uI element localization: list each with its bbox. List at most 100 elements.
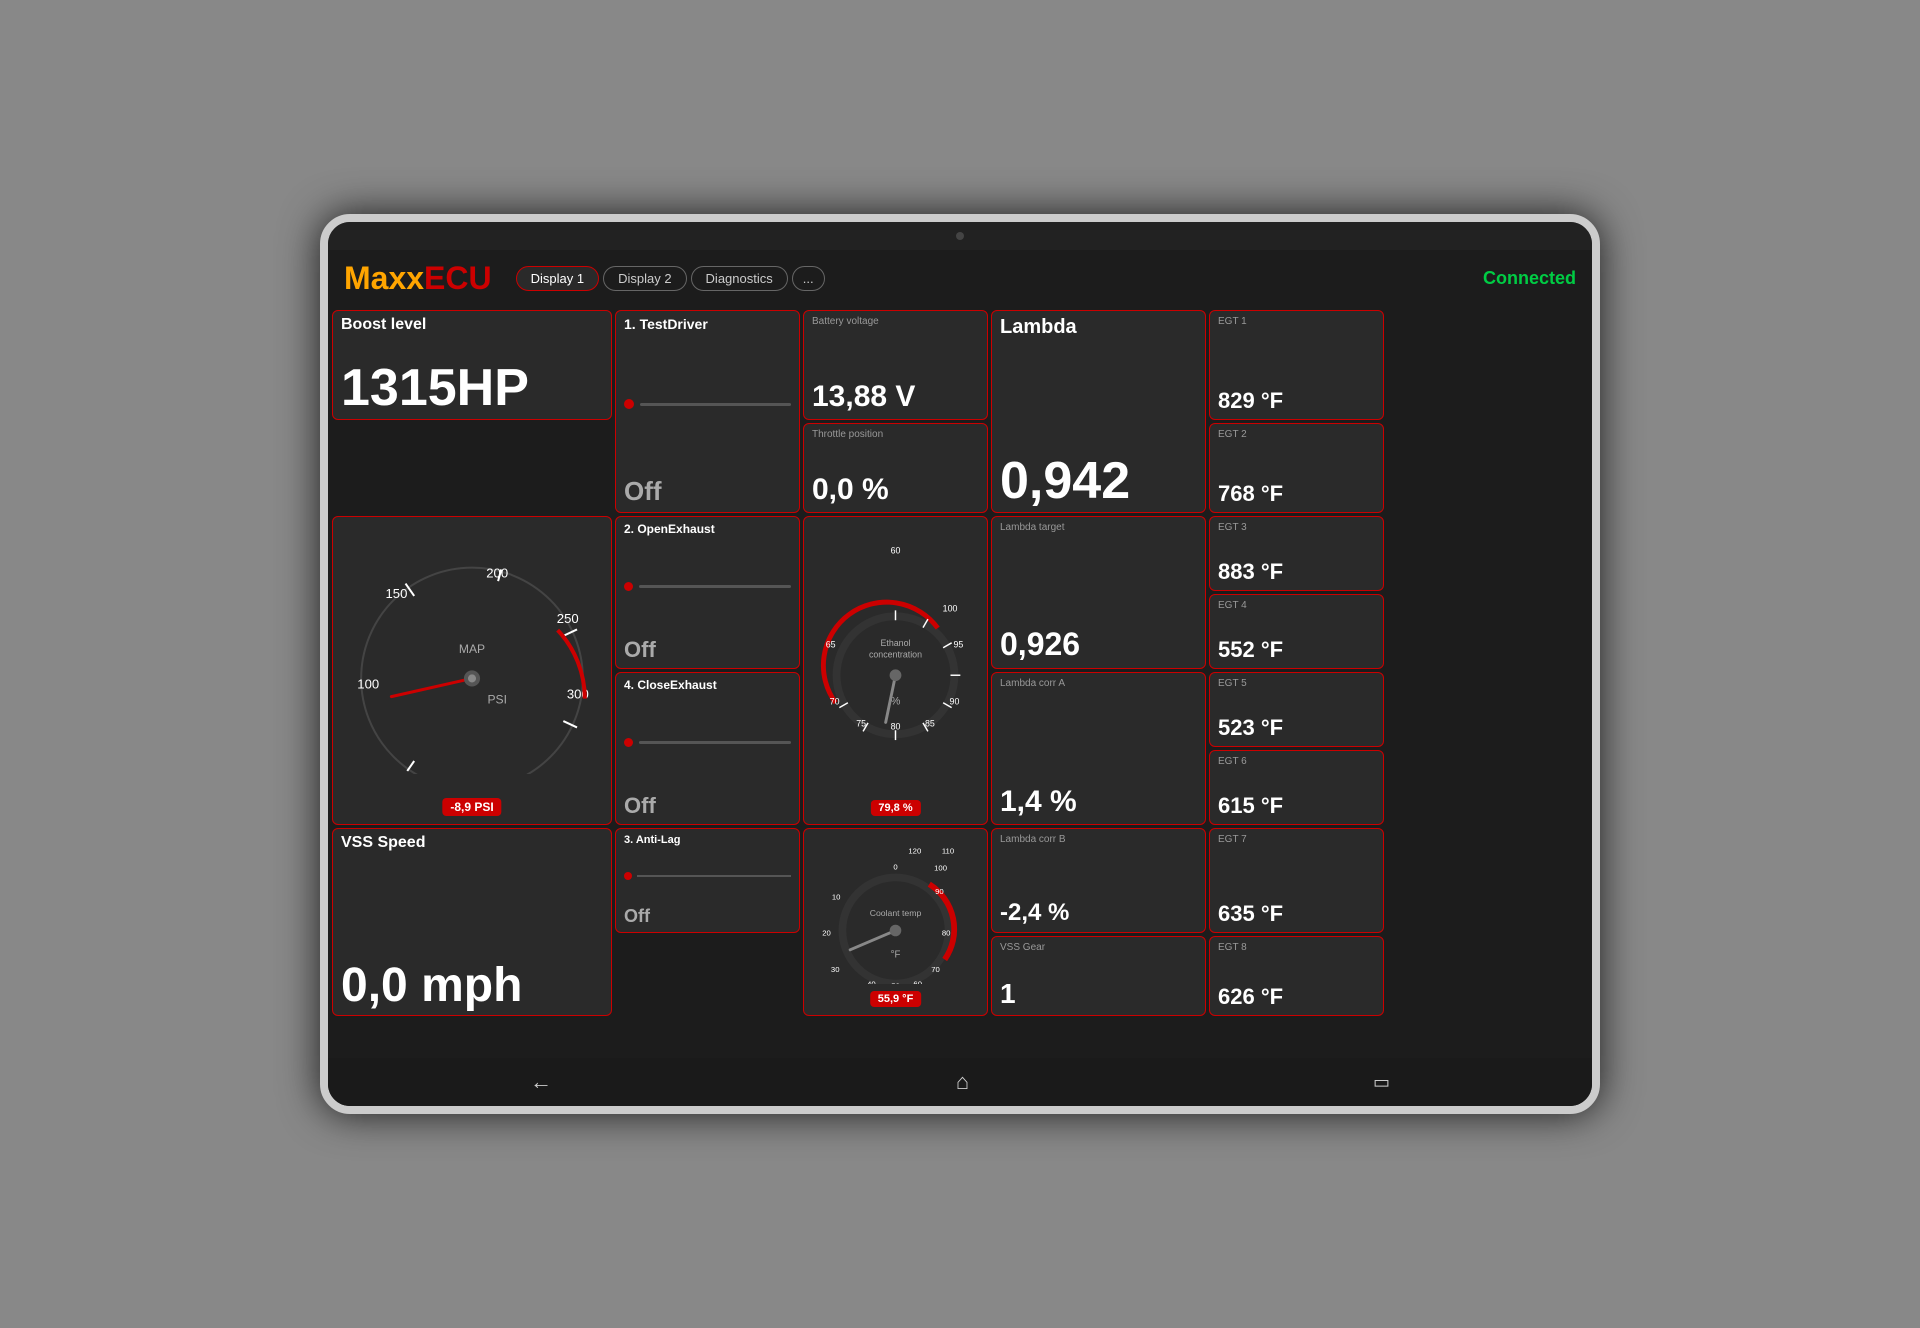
test-driver-value: Off bbox=[624, 476, 791, 507]
svg-text:MAP: MAP bbox=[459, 642, 485, 656]
egt5-value: 523 °F bbox=[1218, 715, 1375, 741]
close-exhaust-dot bbox=[624, 738, 633, 747]
lambda-value: 0,942 bbox=[1000, 455, 1197, 507]
svg-text:120: 120 bbox=[908, 846, 921, 855]
svg-text:90: 90 bbox=[935, 887, 944, 896]
lambda-corr-a-value: 1,4 % bbox=[1000, 785, 1197, 819]
egt2-label: EGT 2 bbox=[1218, 429, 1375, 440]
egt8-value: 626 °F bbox=[1218, 984, 1375, 1010]
svg-text:20: 20 bbox=[822, 928, 831, 937]
lambda-corr-b-value: -2,4 % bbox=[1000, 899, 1197, 927]
throttle-position-label: Throttle position bbox=[812, 429, 979, 440]
lambda-target-label: Lambda target bbox=[1000, 522, 1197, 533]
lambda-target-cell: Lambda target 0,926 bbox=[991, 516, 1206, 669]
svg-text:40: 40 bbox=[867, 979, 876, 983]
tab-display2[interactable]: Display 2 bbox=[603, 266, 686, 291]
logo-ecu: ECU bbox=[424, 260, 492, 296]
tabs-container: Display 1 Display 2 Diagnostics ... bbox=[516, 266, 825, 291]
svg-text:10: 10 bbox=[832, 893, 841, 902]
svg-text:70: 70 bbox=[830, 697, 840, 707]
lambda-target-value: 0,926 bbox=[1000, 626, 1197, 663]
open-exhaust-dot bbox=[624, 582, 633, 591]
egt4-value: 552 °F bbox=[1218, 637, 1375, 663]
boost-level-value: 1315HP bbox=[341, 362, 603, 414]
svg-text:PSI: PSI bbox=[487, 693, 506, 707]
tab-more[interactable]: ... bbox=[792, 266, 825, 291]
open-exhaust-label: 2. OpenExhaust bbox=[624, 522, 791, 536]
throttle-position-cell: Throttle position 0,0 % bbox=[803, 423, 988, 513]
coolant-gauge-svg: Coolant temp 0 10 20 30 40 50 60 70 bbox=[812, 834, 979, 984]
dashboard-grid: Boost level 1315HP bbox=[328, 306, 1592, 1058]
egt4-cell: EGT 4 552 °F bbox=[1209, 594, 1384, 669]
close-exhaust-cell: 4. CloseExhaust Off bbox=[615, 672, 800, 825]
svg-text:50: 50 bbox=[891, 981, 900, 983]
svg-text:Coolant temp: Coolant temp bbox=[870, 908, 922, 918]
lambda-title: Lambda bbox=[1000, 316, 1197, 339]
egt5-label: EGT 5 bbox=[1218, 678, 1375, 689]
nav-back-button[interactable]: ← bbox=[530, 1069, 552, 1095]
close-exhaust-value: Off bbox=[624, 793, 791, 819]
ethanol-gauge-cell: Ethanol concentration bbox=[803, 516, 988, 825]
test-driver-label: 1. TestDriver bbox=[624, 316, 791, 332]
vss-gear-value: 1 bbox=[1000, 978, 1197, 1010]
svg-text:60: 60 bbox=[891, 545, 901, 555]
egt2-cell: EGT 2 768 °F bbox=[1209, 423, 1384, 513]
vss-speed-cell: VSS Speed 0,0 mph bbox=[332, 828, 612, 1016]
boost-level-label: Boost level bbox=[341, 316, 603, 334]
svg-text:100: 100 bbox=[934, 864, 947, 873]
egt6-value: 615 °F bbox=[1218, 793, 1375, 819]
camera-dot bbox=[956, 232, 964, 240]
svg-text:250: 250 bbox=[557, 611, 579, 626]
nav-recent-button[interactable]: ▭ bbox=[1373, 1072, 1390, 1093]
svg-text:100: 100 bbox=[943, 603, 958, 613]
tablet-top-bar bbox=[328, 222, 1592, 250]
egt1-value: 829 °F bbox=[1218, 388, 1375, 414]
ethanol-gauge-svg: Ethanol concentration bbox=[812, 522, 979, 774]
coolant-gauge-cell: Coolant temp 0 10 20 30 40 50 60 70 bbox=[803, 828, 988, 1016]
svg-text:85: 85 bbox=[925, 718, 935, 728]
svg-text:70: 70 bbox=[931, 965, 940, 974]
anti-lag-track bbox=[637, 875, 791, 877]
coolant-temp-badge: 55,9 °F bbox=[870, 991, 922, 1007]
boost-gauge-cell: 50 100 150 200 250 300 MAP PSI bbox=[332, 516, 612, 825]
egt6-label: EGT 6 bbox=[1218, 756, 1375, 767]
tab-diagnostics[interactable]: Diagnostics bbox=[691, 266, 788, 291]
egt5-cell: EGT 5 523 °F bbox=[1209, 672, 1384, 747]
ethanol-percent-badge: 79,8 % bbox=[870, 800, 920, 816]
test-driver-cell: 1. TestDriver Off bbox=[615, 310, 800, 513]
egt6-cell: EGT 6 615 °F bbox=[1209, 750, 1384, 825]
tab-display1[interactable]: Display 1 bbox=[516, 266, 599, 291]
svg-text:80: 80 bbox=[891, 721, 901, 731]
tablet-frame: MaxxECU Display 1 Display 2 Diagnostics … bbox=[320, 214, 1600, 1114]
bottom-nav-bar: ← ⌂ ▭ bbox=[328, 1058, 1592, 1106]
egt7-cell: EGT 7 635 °F bbox=[1209, 828, 1384, 933]
nav-home-button[interactable]: ⌂ bbox=[956, 1069, 969, 1095]
svg-text:°F: °F bbox=[891, 950, 901, 961]
lambda-corr-b-cell: Lambda corr B -2,4 % bbox=[991, 828, 1206, 933]
egt3-cell: EGT 3 883 °F bbox=[1209, 516, 1384, 591]
egt7-value: 635 °F bbox=[1218, 901, 1375, 927]
egt8-label: EGT 8 bbox=[1218, 942, 1375, 953]
lambda-corr-b-label: Lambda corr B bbox=[1000, 834, 1197, 845]
egt1-cell: EGT 1 829 °F bbox=[1209, 310, 1384, 420]
svg-text:Ethanol: Ethanol bbox=[881, 638, 911, 648]
throttle-position-value: 0,0 % bbox=[812, 473, 979, 507]
svg-text:100: 100 bbox=[357, 677, 379, 692]
svg-text:0: 0 bbox=[893, 863, 897, 872]
vss-gear-cell: VSS Gear 1 bbox=[991, 936, 1206, 1016]
lambda-corr-a-label: Lambda corr A bbox=[1000, 678, 1197, 689]
boost-psi-badge: -8,9 PSI bbox=[442, 798, 501, 816]
svg-text:95: 95 bbox=[953, 640, 963, 650]
boost-level-cell: Boost level 1315HP bbox=[332, 310, 612, 420]
svg-text:80: 80 bbox=[942, 928, 951, 937]
vss-gear-label: VSS Gear bbox=[1000, 942, 1197, 953]
egt3-label: EGT 3 bbox=[1218, 522, 1375, 533]
test-driver-dot bbox=[624, 399, 634, 409]
battery-voltage-cell: Battery voltage 13,88 V bbox=[803, 310, 988, 420]
lambda-corr-a-cell: Lambda corr A 1,4 % bbox=[991, 672, 1206, 825]
connected-status: Connected bbox=[1483, 268, 1576, 289]
egt4-label: EGT 4 bbox=[1218, 600, 1375, 611]
open-exhaust-cell: 2. OpenExhaust Off bbox=[615, 516, 800, 669]
vss-speed-value: 0,0 mph bbox=[341, 962, 603, 1010]
battery-voltage-label: Battery voltage bbox=[812, 316, 979, 327]
